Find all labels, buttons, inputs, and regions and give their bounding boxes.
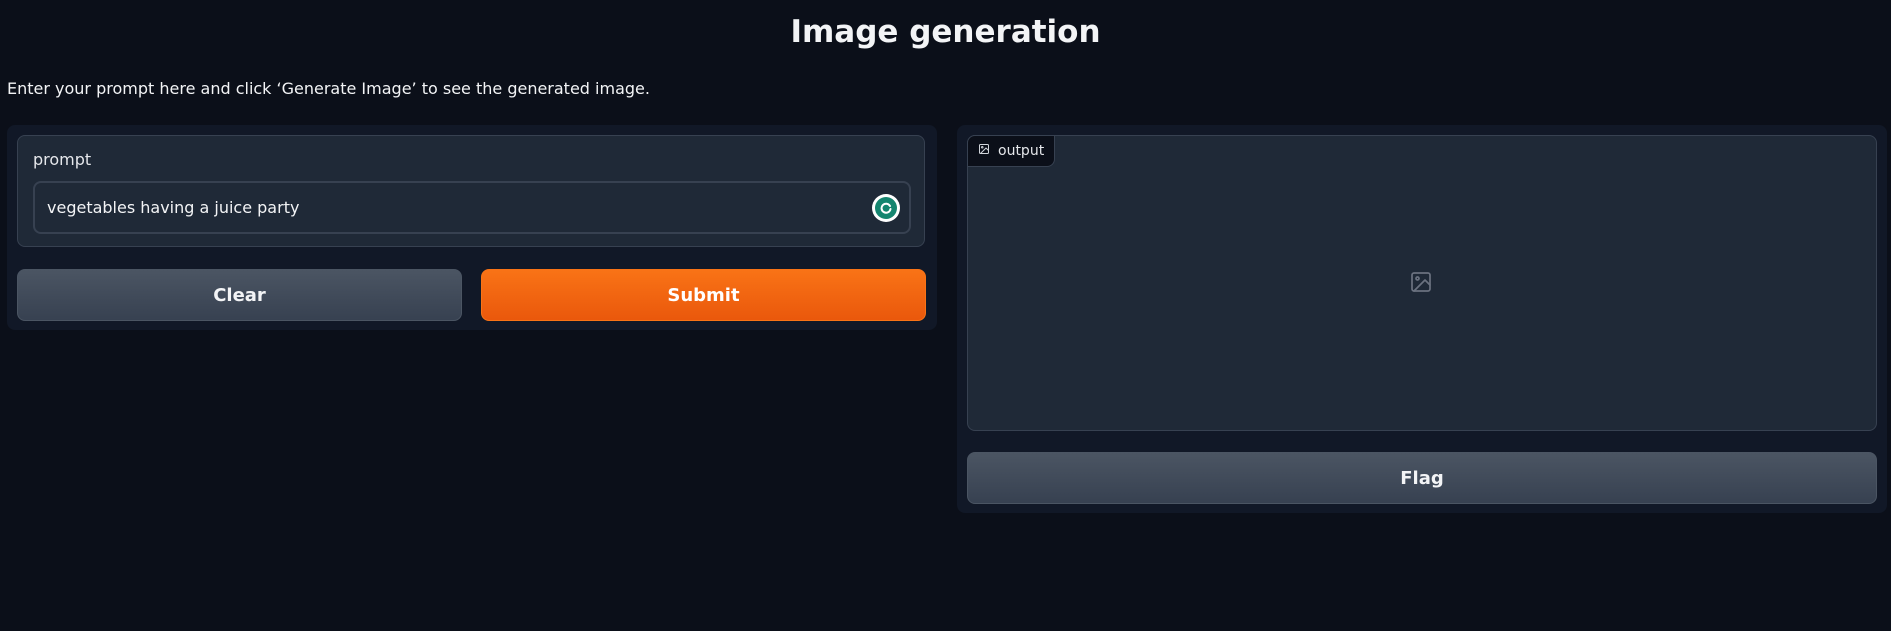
output-image-block: output	[967, 135, 1877, 431]
flag-button[interactable]: Flag	[967, 452, 1877, 504]
input-panel: prompt Clear Submit	[7, 125, 937, 330]
image-icon	[978, 143, 990, 159]
page-title: Image generation	[790, 14, 1101, 50]
prompt-block: prompt	[17, 135, 925, 247]
prompt-label: prompt	[33, 150, 92, 169]
output-panel: output Flag	[957, 125, 1887, 513]
output-label: output	[998, 143, 1045, 159]
image-placeholder-icon	[1409, 270, 1433, 298]
page-description: Enter your prompt here and click ‘Genera…	[7, 79, 650, 98]
gradio-app: Image generation Enter your prompt here …	[0, 0, 1891, 631]
clear-button[interactable]: Clear	[17, 269, 462, 321]
output-label-tag: output	[967, 135, 1056, 167]
submit-button[interactable]: Submit	[481, 269, 926, 321]
grammarly-icon[interactable]	[872, 194, 900, 222]
prompt-input[interactable]	[33, 181, 911, 234]
